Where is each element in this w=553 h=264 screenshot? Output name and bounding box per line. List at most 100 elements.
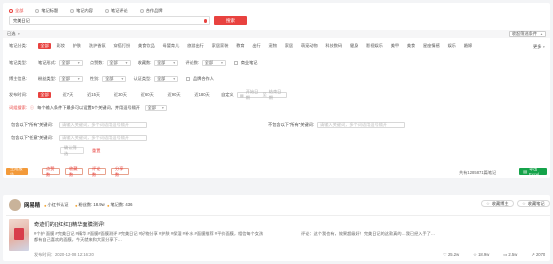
include-any-input[interactable]: 请输入关键词，多个词语用逗号隔开 <box>59 135 147 141</box>
search-box <box>9 16 210 25</box>
result-card: 网易精 ● 小红书认证 ● 粉丝数: 18.9w ● 笔记数: 436 ☆ 收藏博主 ☆… <box>3 195 550 261</box>
time-option[interactable]: 近7天 <box>60 92 76 97</box>
keyword-search-row: 词组搜索: ⓘ 每个输入条件下最多可以设置5个关键词，并用逗号隔开 全部 ▼ <box>9 104 167 112</box>
stat-collects: ☆ 18.9w <box>473 252 490 257</box>
keyword-buttons: 确认筛选 重置 <box>60 145 100 156</box>
search-mode-title[interactable]: 笔记标题 <box>35 8 58 14</box>
keyword-mode-select[interactable]: 全部 ▼ <box>144 105 167 111</box>
search-mode-brand[interactable]: 合作品牌 <box>139 8 162 14</box>
filter-summary-label: 已选 <box>7 31 16 36</box>
note-thumbnail[interactable] <box>9 219 29 251</box>
collapse-filter-button[interactable]: 收起筛选条件 ▲ <box>508 31 546 37</box>
blogger-name[interactable]: 网易精 <box>24 201 40 209</box>
exclude-label: 不包含以下"所有"关键词: <box>268 122 315 127</box>
comments-select[interactable]: 全部 ▼ <box>202 60 227 66</box>
category-tag[interactable]: 宠物 <box>266 43 279 48</box>
chevron-down-icon: ▼ <box>542 45 546 49</box>
category-tag[interactable]: 教育 <box>234 43 247 48</box>
category-tag[interactable]: 穿搭打扮 <box>111 43 133 48</box>
category-tag[interactable]: 萌宠动物 <box>298 43 320 48</box>
time-label: 发布时间: <box>9 92 27 97</box>
note-description: #个护 面膜 #完美日记 #精华 #面膜#面膜测评 #完美日记 #好物分享 #护… <box>34 231 264 242</box>
category-tag[interactable]: 娱乐 <box>445 43 458 48</box>
category-tag[interactable]: 科技数码 <box>323 43 345 48</box>
date-range-picker[interactable]: ▦ 开始日期 至 结束日期 <box>236 89 287 100</box>
time-option[interactable]: 全部 <box>38 92 52 98</box>
fan-type-label: 粉丝类型: <box>38 76 56 81</box>
avatar[interactable] <box>9 199 21 211</box>
category-tag[interactable]: 旅游出行 <box>185 43 207 48</box>
note-form-label: 笔记形式: <box>38 60 56 65</box>
exclude-input[interactable]: 请输入关键词，多个词语用逗号隔开 <box>317 122 406 128</box>
verify-type-select[interactable]: 全部 ▼ <box>154 76 179 82</box>
commercial-label: 商业笔记 <box>240 60 258 65</box>
sort-likes-button[interactable]: 点赞数 <box>42 166 60 177</box>
generate-report-button[interactable]: 生成报告 <box>6 166 28 177</box>
note-form-select[interactable]: 全部 ▼ <box>58 60 83 66</box>
category-tag[interactable]: 母婴育儿 <box>160 43 182 48</box>
blogger-notes: ● 笔记数: 436 <box>107 202 133 208</box>
time-option[interactable]: 近30天 <box>112 92 130 97</box>
stat-comments: ▭ 2.5w <box>503 252 518 257</box>
publish-time: 发布时间：2020-12-08 12:16:20 <box>34 252 94 257</box>
brand-partner-checkbox[interactable] <box>186 77 190 81</box>
exclude-row: 不包含以下"所有"关键词: 请输入关键词，多个词语用逗号隔开 <box>268 121 406 129</box>
search-input[interactable] <box>13 18 203 23</box>
brand-partner-label: 品牌合作人 <box>192 76 214 81</box>
category-tag[interactable]: 出行 <box>250 43 263 48</box>
include-all-row: 包含以下"所有"关键词: 请输入关键词，多个词语用逗号隔开 <box>11 121 147 129</box>
chevron-down-icon: ▼ <box>77 61 81 65</box>
commercial-checkbox[interactable] <box>234 61 238 65</box>
share-icon: ↗ <box>531 252 535 257</box>
category-label: 笔记分类: <box>9 43 27 48</box>
sort-shares-button[interactable]: 分享数 <box>111 166 129 177</box>
time-option[interactable]: 近60天 <box>138 92 156 97</box>
category-tag[interactable]: 家居家装 <box>209 43 231 48</box>
gender-select[interactable]: 全部 ▼ <box>102 76 127 82</box>
category-tag[interactable]: 护肤 <box>70 43 83 48</box>
category-tag[interactable]: 全部 <box>38 43 52 49</box>
category-tag[interactable]: 家居 <box>282 43 295 48</box>
search-mode-comment[interactable]: 笔记评论 <box>104 8 128 14</box>
note-stats: ♡ 25.2w ☆ 18.9w ▭ 2.5w ↗ 2070 <box>443 252 545 257</box>
custom-time-label: 自定义 <box>221 92 234 97</box>
confirm-filter-button[interactable]: 确认筛选 <box>60 145 84 156</box>
category-tag[interactable]: 美食 <box>404 43 417 48</box>
category-tag[interactable]: 星座情感 <box>421 43 443 48</box>
keyword-search-label: 词组搜索: <box>9 105 27 110</box>
clear-icon[interactable] <box>203 19 207 23</box>
note-title[interactable]: 奇迹们的{{红红}}精华面膜测评! <box>34 221 105 228</box>
collect-note-button[interactable]: ☆ 收藏笔记 <box>517 200 550 207</box>
search-button[interactable]: 搜索 <box>214 16 247 25</box>
category-tag[interactable]: 美甲 <box>388 43 401 48</box>
sort-comments-button[interactable]: 评论数 <box>88 166 106 177</box>
time-option[interactable]: 近180天 <box>192 92 212 97</box>
time-option[interactable]: 近15天 <box>85 92 103 97</box>
include-all-input[interactable]: 请输入关键词，多个词语用逗号隔开 <box>59 122 147 128</box>
category-tag[interactable]: 婚嫁 <box>461 43 474 48</box>
category-tag[interactable]: 美食饮品 <box>136 43 158 48</box>
reset-button[interactable]: 重置 <box>92 148 100 154</box>
search-mode-all[interactable]: 全部 <box>9 8 23 14</box>
collects-select[interactable]: 全部 ▼ <box>154 60 179 66</box>
fan-type-select[interactable]: 全部 ▼ <box>58 76 83 82</box>
chevron-down-icon: ▼ <box>17 32 21 36</box>
star-icon: ☆ <box>486 201 490 206</box>
likes-select[interactable]: 全部 ▼ <box>106 60 131 66</box>
chevron-down-icon: ▼ <box>77 77 81 81</box>
follow-blogger-button[interactable]: ☆ 收藏博主 <box>481 200 514 207</box>
sort-collects-button[interactable]: 收藏数 <box>65 166 83 177</box>
star-icon: ☆ <box>522 201 526 206</box>
time-option[interactable]: 近90天 <box>165 92 183 97</box>
category-tag[interactable]: 影视娱乐 <box>364 43 386 48</box>
action-bar: 生成报告 点赞数 收藏数 评论数 分享数 <box>6 166 129 177</box>
calendar-icon: ▦ <box>239 92 244 98</box>
info-icon: ⓘ <box>29 105 35 110</box>
verified-icon: ● <box>44 202 47 208</box>
export-excel-button[interactable]: ▤ 导出Excel <box>519 166 547 177</box>
category-tag[interactable]: 健身 <box>348 43 361 48</box>
category-tag[interactable]: 洗护香氛 <box>87 43 109 48</box>
category-tag[interactable]: 彩妆 <box>54 43 67 48</box>
category-more-button[interactable]: 更多 ▼ <box>533 44 545 50</box>
search-mode-content[interactable]: 笔记内容 <box>70 8 93 14</box>
